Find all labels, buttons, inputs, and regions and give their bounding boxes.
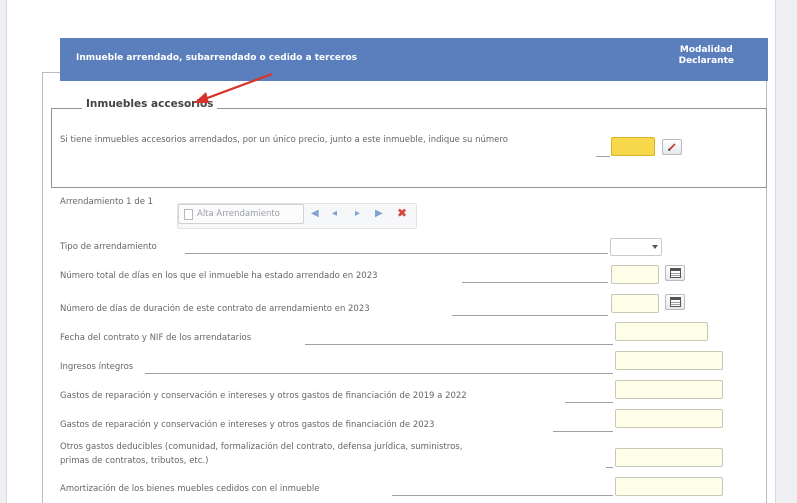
lease-type-select[interactable] [610,238,662,256]
other-expenses-input[interactable] [615,448,723,467]
next-record-icon[interactable]: ▸ [355,208,360,219]
calendar-button[interactable] [665,294,685,310]
add-lease-label: Alta Arrendamiento [197,209,280,219]
annotation-arrow-icon [194,72,273,103]
accessory-count-input[interactable] [611,137,655,156]
field-label-total-days: Número total de días en los que el inmue… [60,271,378,281]
repair-costs-prior-input[interactable] [615,380,723,399]
mode-column-header: Modalidad Declarante [679,45,734,67]
leader-line [452,315,608,316]
last-record-icon[interactable]: ▶ [375,208,383,219]
calendar-icon [669,297,681,307]
calendar-icon [669,268,681,278]
calendar-button[interactable] [665,265,685,281]
leader-line [596,156,610,157]
field-label-repair-costs-current: Gastos de reparación y conservación e in… [60,420,435,430]
section-title: Inmueble arrendado, subarrendado o cedid… [76,53,358,63]
first-record-icon[interactable]: ◀ [311,208,319,219]
leader-line [305,344,613,345]
delete-record-icon[interactable]: ✖ [397,206,407,220]
accessory-question: Si tiene inmuebles accesorios arrendados… [60,135,508,145]
field-label-gross-income: Ingresos íntegros [60,362,134,372]
add-lease-button[interactable]: Alta Arrendamiento [178,204,304,224]
gross-income-input[interactable] [615,351,723,370]
document-icon [184,209,193,220]
leader-line [565,402,613,403]
field-label-amortization: Amortización de los bienes muebles cedid… [60,484,320,494]
previous-record-icon[interactable]: ◂ [332,208,337,219]
field-label-contract-days: Número de días de duración de este contr… [60,304,370,314]
declarant-label: Declarante [678,56,734,66]
total-days-input[interactable] [611,265,659,284]
repair-costs-current-input[interactable] [615,409,723,428]
leader-line [553,431,613,432]
leader-line [606,467,613,468]
accessory-fieldset [51,108,767,188]
contract-date-input[interactable] [615,322,708,341]
contract-days-input[interactable] [611,294,659,313]
amortization-input[interactable] [615,477,723,496]
field-label-repair-costs-prior: Gastos de reparación y conservación e in… [60,391,467,401]
leader-line [185,253,608,254]
mode-label: Modalidad [679,45,733,55]
section-header: Inmueble arrendado, subarrendado o cedid… [60,38,768,81]
lease-counter: Arrendamiento 1 de 1 [60,197,154,207]
leader-line [392,495,613,496]
field-label-lease-type: Tipo de arrendamiento [60,242,157,252]
chevron-down-icon [652,245,658,249]
field-label-other-expenses-line1: Otros gastos deducibles (comunidad, form… [60,442,463,452]
leader-line [145,373,613,374]
field-label-contract-date: Fecha del contrato y NIF de los arrendat… [60,333,252,343]
leader-line [462,282,608,283]
edit-button[interactable] [662,139,682,155]
field-label-other-expenses-line2: primas de contratos, tributos, etc.) [60,456,209,466]
pencil-icon [667,143,676,152]
